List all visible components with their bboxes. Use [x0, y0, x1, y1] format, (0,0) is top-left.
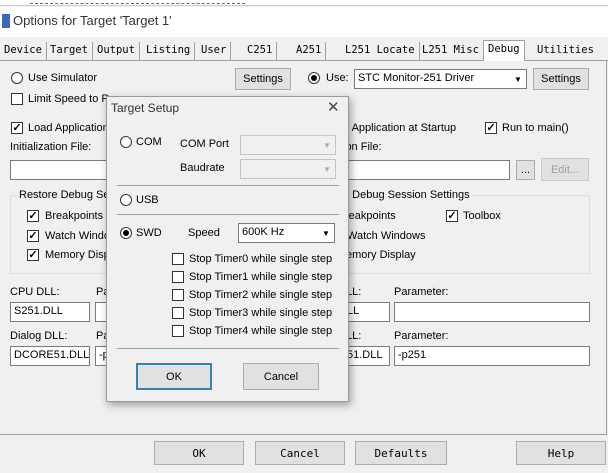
stop-timer2-checkbox[interactable] [172, 289, 184, 301]
restore-group-title: Restore Debug Se [17, 189, 112, 201]
limit-speed-label: Limit Speed to Re [28, 93, 116, 105]
usb-radio[interactable] [120, 194, 132, 206]
stop-timer2-label: Stop Timer2 while single step [189, 289, 333, 301]
separator [117, 214, 339, 215]
limit-speed-checkbox[interactable] [11, 93, 23, 105]
com-port-select[interactable]: ▼ [240, 135, 336, 155]
use-driver-radio[interactable] [308, 72, 320, 84]
cpu-dll-label: CPU DLL: [10, 286, 60, 298]
speed-label: Speed [188, 227, 220, 239]
tab-a251[interactable]: A251 [292, 42, 327, 60]
toolbox-checkbox[interactable]: ✓ [446, 210, 458, 222]
tab-output[interactable]: Output [93, 42, 140, 60]
toolbox-label: Toolbox [463, 210, 501, 222]
close-icon[interactable]: ✕ [327, 98, 340, 116]
run-main-checkbox[interactable]: ✓ [485, 122, 497, 134]
use-simulator-label: Use Simulator [28, 72, 98, 84]
tab-c251[interactable]: C251 [243, 42, 278, 60]
dialog-dll-input[interactable]: DCORE51.DLL [10, 346, 90, 366]
breakpoints-label: Breakpoints [45, 210, 104, 222]
watch-right-label: Watch Windows [347, 230, 426, 242]
driver-param-label: Parameter: [394, 286, 449, 298]
editor-line [30, 0, 245, 4]
stop-timer3-checkbox[interactable] [172, 307, 184, 319]
driver-dll-input[interactable]: LL [343, 302, 390, 322]
stop-timer1-checkbox[interactable] [172, 271, 184, 283]
dialog-cancel-button[interactable]: Cancel [243, 363, 319, 390]
stop-timer4-label: Stop Timer4 while single step [189, 325, 333, 337]
stop-timer4-checkbox[interactable] [172, 325, 184, 337]
tab-debug[interactable]: Debug [483, 40, 525, 61]
speed-select-value: 600K Hz [242, 226, 285, 238]
help-button[interactable]: Help [516, 441, 606, 465]
baudrate-label: Baudrate [180, 162, 225, 174]
breakpoints-right-label: reakpoints [345, 210, 396, 222]
init-file-right-input[interactable] [343, 160, 510, 180]
usb-label: USB [136, 194, 159, 206]
watch-label: Watch Windo [45, 230, 111, 242]
chevron-down-icon[interactable]: ▼ [510, 70, 526, 88]
chevron-down-icon[interactable]: ▼ [319, 160, 335, 178]
memory-right-label: emory Display [346, 249, 416, 261]
swd-label: SWD [136, 227, 162, 239]
browse-button[interactable]: ... [516, 160, 535, 180]
use-label: Use: [326, 72, 349, 84]
defaults-button[interactable]: Defaults [355, 441, 447, 465]
stop-timer3-label: Stop Timer3 while single step [189, 307, 333, 319]
restore-group-right-title: e Debug Session Settings [343, 189, 472, 201]
com-port-label: COM Port [180, 138, 229, 150]
run-main-label: Run to main() [502, 122, 569, 134]
init-file-input[interactable] [10, 160, 110, 180]
title-bar: Options for Target 'Target 1' [0, 7, 608, 37]
tab-l251-misc[interactable]: L251 Misc [418, 42, 484, 60]
speed-select[interactable]: 600K Hz ▼ [238, 223, 335, 243]
watch-checkbox[interactable]: ✓ [27, 230, 39, 242]
stop-timer0-label: Stop Timer0 while single step [189, 253, 333, 265]
dialog-dll-label: Dialog DLL: [10, 330, 68, 342]
chevron-down-icon[interactable]: ▼ [318, 224, 334, 242]
driver-param-input[interactable] [394, 302, 590, 322]
dialog-ok-button[interactable]: OK [136, 363, 212, 390]
driver-settings-button[interactable]: Settings [533, 68, 589, 90]
separator [117, 185, 339, 186]
cancel-button[interactable]: Cancel [255, 441, 345, 465]
stop-timer1-label: Stop Timer1 while single step [189, 271, 333, 283]
driver-select-value: STC Monitor-251 Driver [358, 72, 475, 84]
edit-button[interactable]: Edit... [541, 158, 589, 181]
load-app-label: Load Application [28, 122, 109, 134]
separator [117, 348, 339, 349]
com-radio[interactable] [120, 136, 132, 148]
tab-target[interactable]: Target [46, 42, 93, 60]
com-label: COM [136, 136, 162, 148]
tab-device[interactable]: Device [0, 42, 47, 60]
load-app-right-label: d Application at Startup [343, 122, 457, 134]
chevron-down-icon[interactable]: ▼ [319, 136, 335, 154]
breakpoints-checkbox[interactable]: ✓ [27, 210, 39, 222]
driver-dialog-dll-input[interactable]: 51.DLL [343, 346, 390, 366]
tab-listing[interactable]: Listing [142, 42, 196, 60]
memory-checkbox[interactable]: ✓ [27, 249, 39, 261]
baudrate-select[interactable]: ▼ [240, 159, 336, 179]
driver-select[interactable]: STC Monitor-251 Driver ▼ [354, 69, 527, 89]
tab-l251-locate[interactable]: L251 Locate [341, 42, 420, 60]
use-simulator-radio[interactable] [11, 72, 23, 84]
memory-label: Memory Disp [45, 249, 110, 261]
init-file-label: Initialization File: [10, 141, 92, 153]
driver-dialog-param-input[interactable]: -p251 [394, 346, 590, 366]
swd-radio[interactable] [120, 227, 132, 239]
target-setup-dialog: Target Setup ✕ COM COM Port ▼ Baudrate ▼… [106, 96, 349, 402]
tab-utilities[interactable]: Utilities [533, 42, 598, 60]
tab-user[interactable]: User [197, 42, 232, 60]
simulator-settings-button[interactable]: Settings [235, 68, 291, 90]
app-icon [2, 14, 10, 28]
driver-dialog-param-label: Parameter: [394, 330, 449, 342]
window-title: Options for Target 'Target 1' [13, 13, 172, 28]
dialog-title: Target Setup [111, 101, 180, 115]
stop-timer0-checkbox[interactable] [172, 253, 184, 265]
load-app-checkbox[interactable]: ✓ [11, 122, 23, 134]
cpu-dll-input[interactable]: S251.DLL [10, 302, 90, 322]
ok-button[interactable]: OK [154, 441, 244, 465]
